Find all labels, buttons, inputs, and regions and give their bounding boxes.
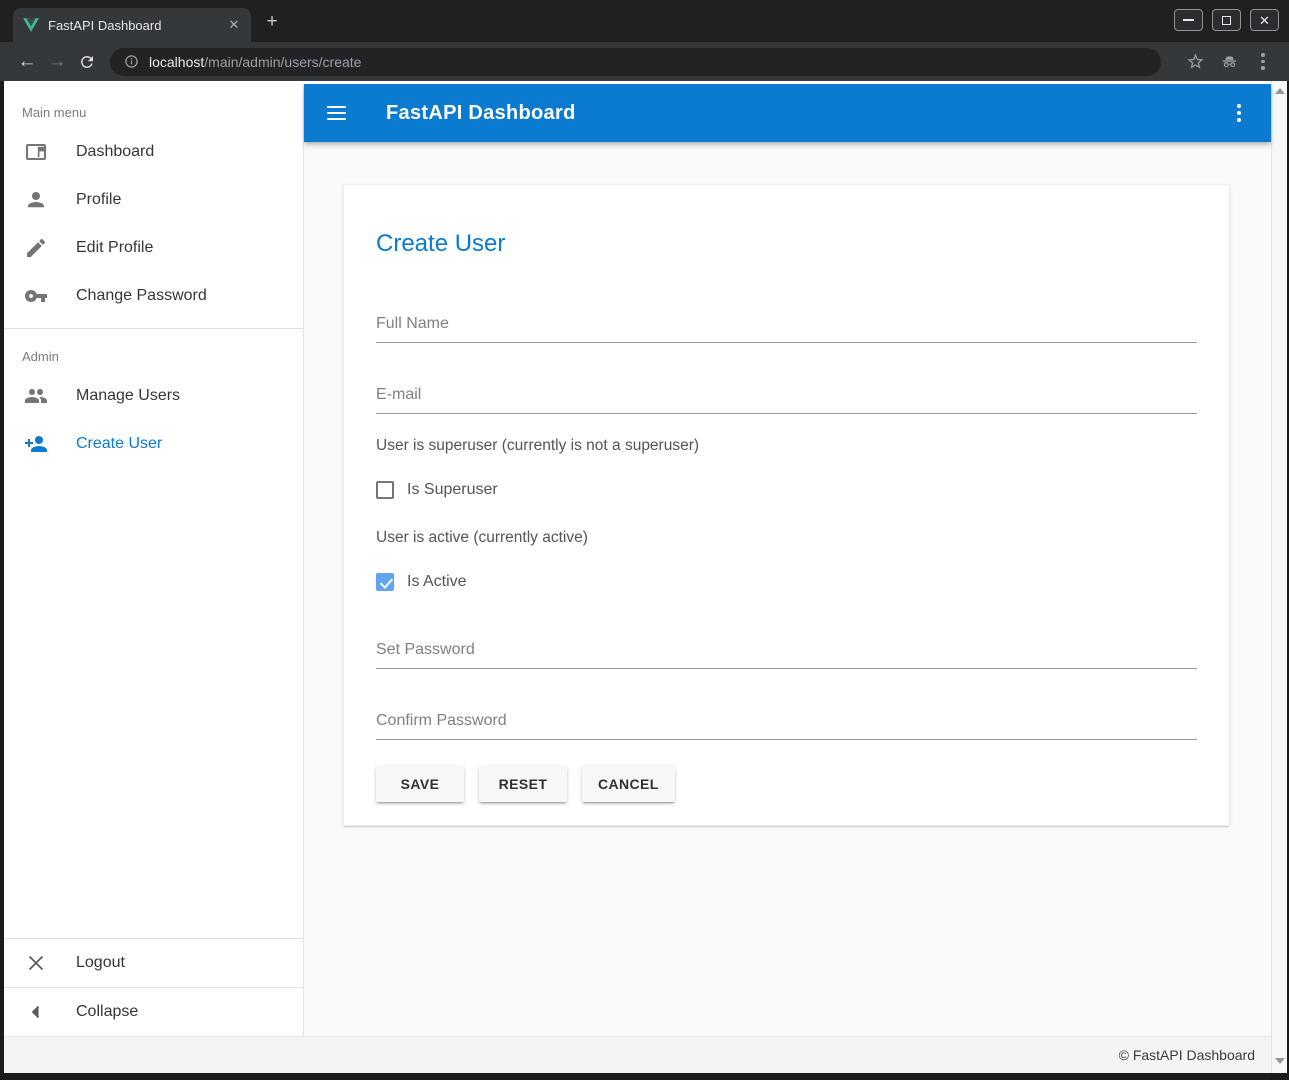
tab-title: FastAPI Dashboard (48, 18, 225, 33)
page-footer: © FastAPI Dashboard (4, 1036, 1271, 1073)
chevron-left-icon (24, 1000, 48, 1024)
sidebar-item-label: Edit Profile (76, 239, 153, 257)
sidebar-item-manage-users[interactable]: Manage Users (4, 372, 303, 420)
browser-tab[interactable]: FastAPI Dashboard ✕ (13, 8, 251, 42)
copyright-text: © FastAPI Dashboard (1119, 1047, 1255, 1063)
is-superuser-checkbox[interactable] (376, 481, 394, 499)
reload-button[interactable] (72, 47, 102, 77)
page-viewport: Main menu Dashboard Profile Edit Profile (4, 81, 1287, 1073)
content-area: Create User User is superuser (currently… (304, 142, 1271, 1036)
incognito-icon (1220, 52, 1239, 71)
sidebar-item-label: Profile (76, 191, 121, 209)
bookmark-star-button[interactable] (1181, 48, 1209, 76)
create-user-card: Create User User is superuser (currently… (343, 184, 1230, 826)
sidebar-item-label: Dashboard (76, 143, 154, 161)
scroll-up-icon[interactable] (1275, 88, 1285, 94)
sidebar: Main menu Dashboard Profile Edit Profile (4, 84, 304, 1036)
maximize-button[interactable] (1212, 9, 1241, 31)
page-title: Create User (376, 185, 1197, 259)
close-window-icon: ✕ (1259, 14, 1270, 27)
key-icon (24, 284, 48, 308)
sidebar-section-main-menu: Main menu (4, 84, 303, 128)
dashboard-icon (24, 140, 48, 164)
appbar-menu-button[interactable] (1233, 100, 1245, 127)
browser-window: FastAPI Dashboard ✕ + ✕ ← → localhost/ma… (0, 0, 1289, 1080)
sidebar-item-logout[interactable]: Logout (4, 939, 303, 987)
maximize-icon (1222, 16, 1231, 25)
url-path: /main/admin/users/create (204, 54, 361, 70)
checkbox-label: Is Superuser (407, 481, 498, 499)
incognito-indicator (1215, 48, 1243, 76)
person-add-icon (24, 432, 48, 456)
main-area: FastAPI Dashboard Create User User is su… (304, 84, 1271, 1036)
sidebar-item-label: Create User (76, 435, 162, 453)
confirm-password-field[interactable] (376, 712, 1197, 740)
vertical-scrollbar[interactable] (1271, 81, 1287, 1073)
back-button[interactable]: ← (12, 47, 42, 77)
scroll-down-icon[interactable] (1275, 1058, 1285, 1064)
address-bar[interactable]: localhost/main/admin/users/create (110, 48, 1161, 76)
sidebar-item-label: Change Password (76, 287, 207, 305)
email-field[interactable] (376, 386, 1197, 414)
checkbox-label: Is Active (407, 573, 467, 591)
cancel-button[interactable]: CANCEL (582, 766, 675, 802)
tab-strip: FastAPI Dashboard ✕ + ✕ (0, 0, 1289, 42)
sidebar-item-change-password[interactable]: Change Password (4, 272, 303, 320)
sidebar-item-label: Manage Users (76, 387, 180, 405)
reset-button[interactable]: RESET (479, 766, 567, 802)
close-window-button[interactable]: ✕ (1250, 9, 1279, 31)
person-icon (24, 188, 48, 212)
hamburger-menu-icon[interactable] (327, 101, 351, 125)
pencil-icon (24, 236, 48, 260)
url-text: localhost/main/admin/users/create (149, 54, 361, 70)
sidebar-section-admin: Admin (4, 337, 303, 372)
sidebar-item-dashboard[interactable]: Dashboard (4, 128, 303, 176)
app-bar: FastAPI Dashboard (304, 84, 1271, 142)
kebab-menu-icon (1261, 53, 1264, 69)
browser-toolbar: ← → localhost/main/admin/users/create (0, 42, 1289, 81)
minimize-button[interactable] (1174, 9, 1203, 31)
reload-icon (78, 53, 96, 71)
superuser-hint: User is superuser (currently is not a su… (376, 437, 1197, 455)
sidebar-divider (4, 328, 303, 329)
tab-close-icon[interactable]: ✕ (225, 16, 243, 34)
forward-button[interactable]: → (42, 47, 72, 77)
url-host: localhost (149, 54, 204, 70)
is-active-checkbox[interactable] (376, 573, 394, 591)
star-icon (1186, 52, 1205, 71)
is-superuser-checkbox-row[interactable]: Is Superuser (376, 481, 1197, 499)
sidebar-item-label: Collapse (76, 1003, 138, 1021)
app-title: FastAPI Dashboard (386, 102, 1233, 125)
is-active-checkbox-row[interactable]: Is Active (376, 573, 1197, 591)
new-tab-button[interactable]: + (259, 10, 285, 36)
vue-logo-icon (23, 17, 39, 33)
browser-menu-button[interactable] (1249, 48, 1277, 76)
close-x-icon (24, 951, 48, 975)
sidebar-item-label: Logout (76, 954, 125, 972)
people-icon (24, 384, 48, 408)
sidebar-item-profile[interactable]: Profile (4, 176, 303, 224)
minimize-icon (1183, 19, 1194, 21)
info-icon (124, 54, 139, 69)
active-hint: User is active (currently active) (376, 529, 1197, 547)
sidebar-item-create-user[interactable]: Create User (4, 420, 303, 468)
full-name-field[interactable] (376, 315, 1197, 343)
sidebar-item-edit-profile[interactable]: Edit Profile (4, 224, 303, 272)
sidebar-item-collapse[interactable]: Collapse (4, 988, 303, 1036)
set-password-field[interactable] (376, 641, 1197, 669)
save-button[interactable]: SAVE (376, 766, 464, 802)
